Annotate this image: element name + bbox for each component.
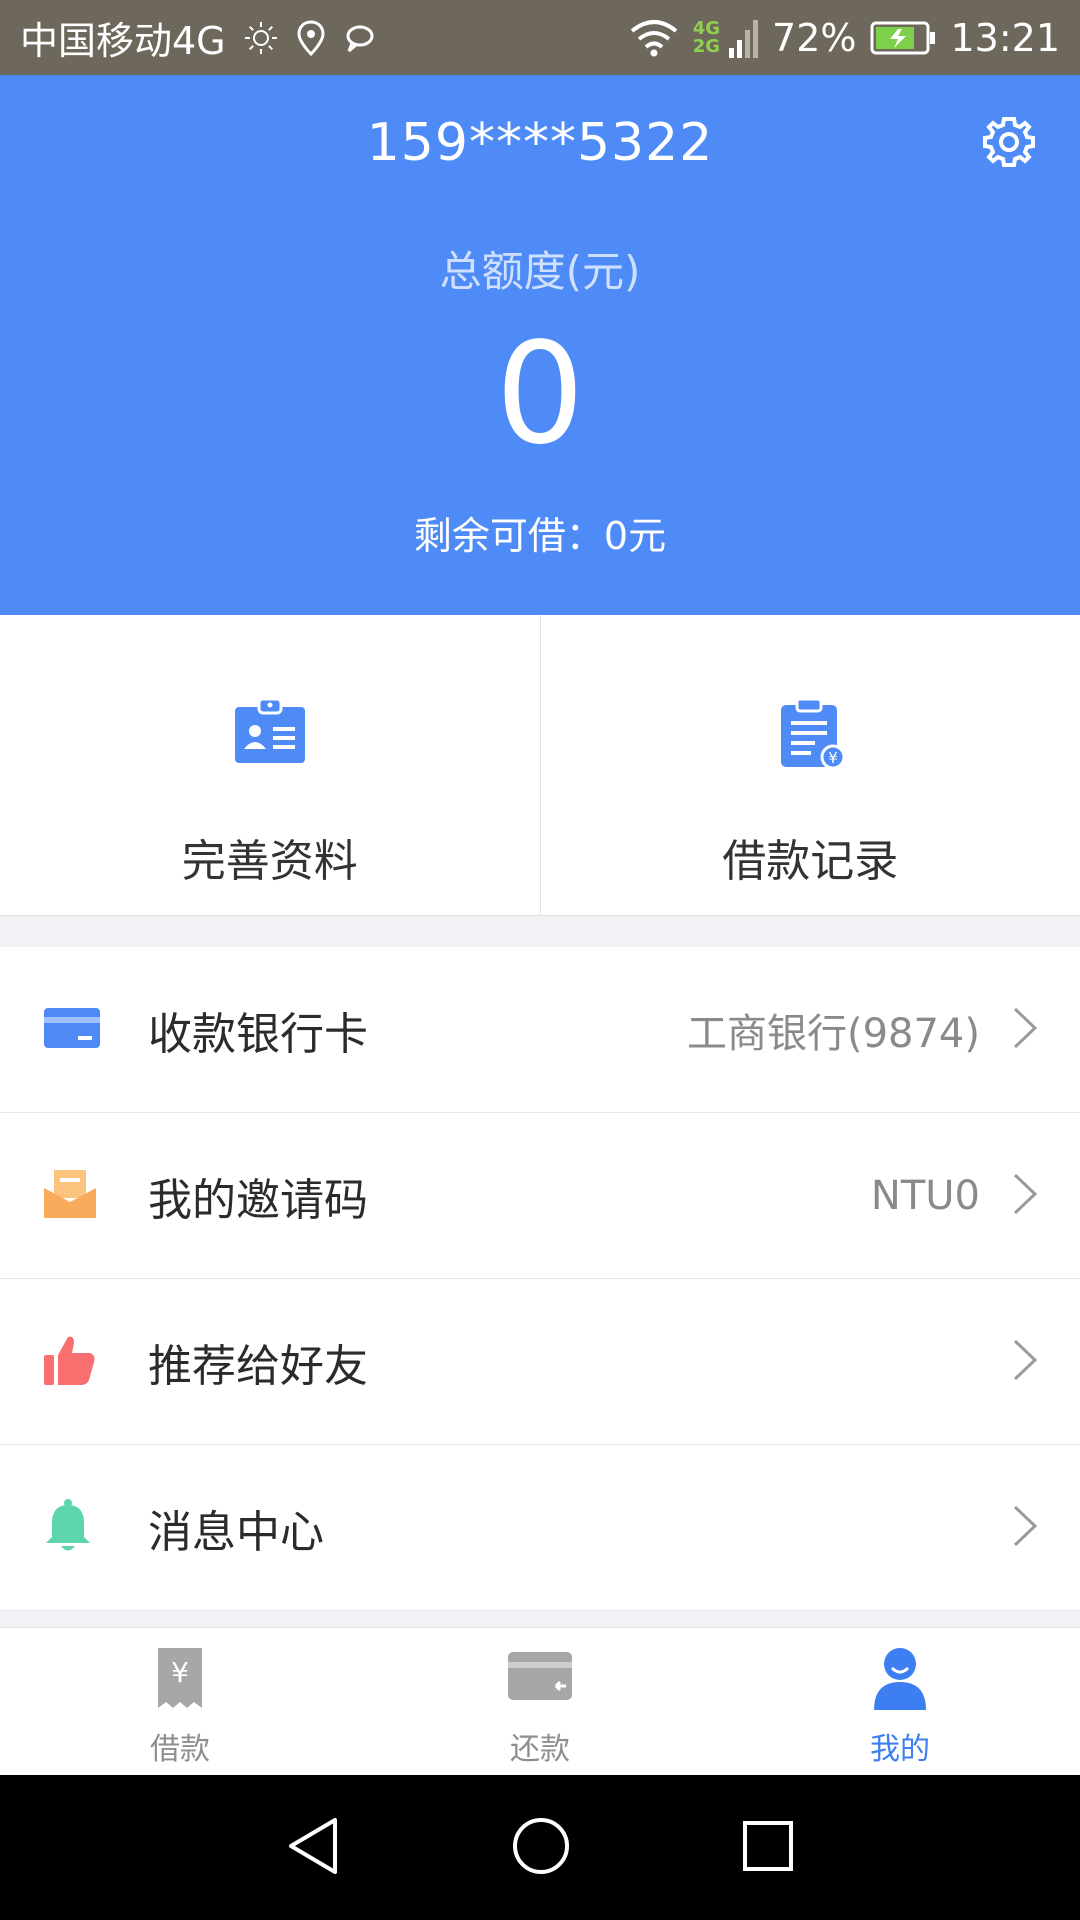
- envelope-icon: [44, 1169, 96, 1222]
- chevron-right-icon: [1012, 1338, 1038, 1386]
- network-2g-label: 2G: [692, 35, 721, 57]
- status-bar: 中国移动4G 4G 2G 72% 13:21: [0, 0, 1080, 75]
- bottom-tab-bar: ¥ 借款 还款 我的: [0, 1627, 1080, 1776]
- menu-item-value: 工商银行(9874): [686, 1010, 980, 1057]
- network-4g-label: 4G: [692, 17, 721, 39]
- menu-item-label: 我的邀请码: [148, 1174, 368, 1226]
- account-header: 159****5322 总额度(元) 0 剩余可借：0元: [0, 75, 1080, 615]
- account-menu: 收款银行卡 工商银行(9874) 我的邀请码 NTU0 推荐给好友 消息中心: [0, 947, 1080, 1611]
- tab-repay[interactable]: 还款: [360, 1628, 720, 1776]
- brightness-icon: [244, 21, 278, 55]
- card-return-icon: [508, 1652, 572, 1700]
- complete-profile-button[interactable]: 完善资料: [0, 615, 540, 915]
- bell-icon: [44, 1498, 92, 1557]
- svg-text:¥: ¥: [171, 1656, 189, 1689]
- signal-icon: [728, 18, 759, 58]
- wifi-icon: [629, 19, 679, 57]
- tab-label: 我的: [870, 1732, 930, 1767]
- clipboard-yuan-icon: ¥: [781, 697, 846, 770]
- menu-item-bank-card[interactable]: 收款银行卡 工商银行(9874): [0, 947, 1080, 1113]
- tab-mine[interactable]: 我的: [720, 1628, 1080, 1776]
- chevron-right-icon: [1012, 1172, 1038, 1220]
- recents-square-icon: [743, 1820, 793, 1871]
- menu-item-label: 消息中心: [148, 1506, 324, 1558]
- gear-icon: [983, 117, 1035, 167]
- thumbs-up-icon: [44, 1335, 96, 1389]
- menu-item-recommend[interactable]: 推荐给好友: [0, 1279, 1080, 1445]
- bank-card-icon: [44, 1007, 100, 1052]
- menu-item-label: 推荐给好友: [148, 1340, 368, 1392]
- total-limit-value: 0: [495, 313, 585, 476]
- back-button[interactable]: [285, 1816, 341, 1880]
- chevron-right-icon: [1012, 1006, 1038, 1054]
- menu-item-invite-code[interactable]: 我的邀请码 NTU0: [0, 1113, 1080, 1279]
- phone-number: 159****5322: [366, 113, 714, 173]
- tab-label: 还款: [510, 1732, 570, 1767]
- loan-records-button[interactable]: ¥ 借款记录: [539, 615, 1080, 915]
- remaining-limit: 剩余可借：0元: [413, 514, 667, 558]
- location-icon: [296, 19, 326, 56]
- network-type: 4G 2G: [692, 17, 721, 57]
- quick-actions: 完善资料 ¥ 借款记录: [0, 615, 1080, 916]
- menu-item-value: NTU0: [870, 1172, 980, 1219]
- home-button[interactable]: [511, 1816, 571, 1880]
- svg-text:¥: ¥: [828, 749, 838, 767]
- settings-button[interactable]: [980, 113, 1038, 171]
- clock-time: 13:21: [950, 15, 1060, 60]
- menu-item-messages[interactable]: 消息中心: [0, 1445, 1080, 1611]
- carrier-text: 中国移动4G: [20, 19, 226, 63]
- battery-icon: [870, 21, 936, 55]
- battery-percent: 72%: [772, 15, 857, 60]
- recents-button[interactable]: [741, 1819, 795, 1877]
- user-icon: [874, 1648, 926, 1710]
- home-circle-icon: [513, 1817, 569, 1874]
- receipt-yuan-icon: ¥: [158, 1648, 202, 1708]
- back-triangle-icon: [289, 1817, 337, 1874]
- chat-bubble-icon: [344, 23, 376, 53]
- chevron-right-icon: [1012, 1504, 1038, 1552]
- complete-profile-label: 完善资料: [181, 836, 358, 887]
- tab-label: 借款: [150, 1732, 210, 1767]
- loan-records-label: 借款记录: [722, 836, 899, 887]
- id-card-icon: [234, 697, 305, 763]
- system-nav-bar: [0, 1775, 1080, 1920]
- tab-borrow[interactable]: ¥ 借款: [0, 1628, 360, 1776]
- menu-item-label: 收款银行卡: [148, 1008, 368, 1060]
- total-limit-label: 总额度(元): [439, 247, 641, 296]
